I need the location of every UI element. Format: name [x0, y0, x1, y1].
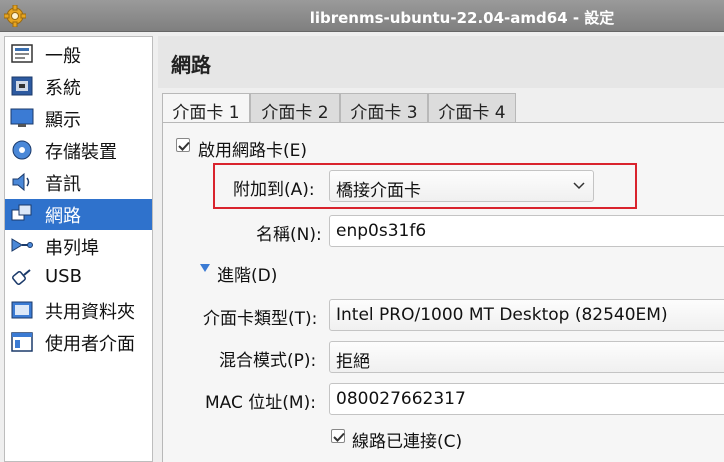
tab-adapter-4[interactable]: 介面卡 4 — [428, 93, 516, 123]
sidebar-item-storage[interactable]: 存儲裝置 — [5, 135, 152, 166]
network-icon — [11, 204, 32, 221]
usb-icon — [12, 269, 31, 285]
triangle-down-icon[interactable] — [200, 264, 210, 272]
name-combobox[interactable]: enp0s31f6 — [329, 215, 724, 247]
sidebar-item-network[interactable]: 網路 — [5, 199, 152, 230]
sidebar-item-label: 顯示 — [45, 110, 81, 131]
mac-address-value: 080027662317 — [336, 389, 466, 409]
sidebar-item-audio[interactable]: 音訊 — [5, 167, 152, 198]
enable-adapter-checkbox[interactable] — [176, 138, 190, 152]
adapter-type-value: Intel PRO/1000 MT Desktop (82540EM) — [336, 305, 668, 325]
settings-sidebar: 一般 系統 顯示 存儲裝置 音訊 網路 串列埠 USB 共用資料夾 使用者介面 — [4, 36, 153, 462]
user-interface-icon — [11, 332, 33, 352]
promiscuous-mode-combobox[interactable]: 拒絕 — [329, 341, 724, 373]
page-title: 網路 — [171, 53, 211, 77]
shared-folder-icon — [11, 301, 33, 319]
system-icon — [11, 76, 33, 96]
cable-connected-checkbox[interactable] — [331, 429, 345, 443]
adapter-panel: 啟用網路卡(E) 附加到(A): 橋接介面卡 名稱(N): enp0s31f6 … — [162, 122, 724, 462]
sidebar-item-label: 音訊 — [45, 174, 81, 195]
sidebar-item-label: 一般 — [45, 46, 81, 67]
sidebar-item-display[interactable]: 顯示 — [5, 103, 152, 134]
sidebar-item-label: 共用資料夾 — [45, 302, 135, 323]
sidebar-item-system[interactable]: 系統 — [5, 71, 152, 102]
serial-port-icon — [11, 238, 33, 252]
sidebar-item-label: 存儲裝置 — [45, 142, 117, 163]
name-value: enp0s31f6 — [336, 221, 427, 241]
sidebar-item-shared-folders[interactable]: 共用資料夾 — [5, 295, 152, 326]
mac-address-input[interactable]: 080027662317 — [329, 383, 724, 415]
tab-adapter-1[interactable]: 介面卡 1 — [162, 93, 250, 124]
tab-adapter-2[interactable]: 介面卡 2 — [250, 93, 340, 123]
sidebar-item-label: 網路 — [45, 206, 81, 227]
enable-adapter-label[interactable]: 啟用網路卡(E) — [198, 136, 307, 161]
window-title: librenms-ubuntu-22.04-amd64 - 設定 — [309, 9, 615, 27]
adapter-type-combobox[interactable]: Intel PRO/1000 MT Desktop (82540EM) — [329, 299, 724, 331]
sidebar-item-label: 使用者介面 — [45, 334, 135, 355]
checkmark-icon — [178, 141, 190, 151]
sidebar-item-label: USB — [45, 266, 82, 287]
storage-icon — [12, 140, 32, 160]
promiscuous-mode-label: 混合模式(P): — [219, 351, 317, 371]
sidebar-item-user-interface[interactable]: 使用者介面 — [5, 327, 152, 358]
attached-to-value: 橋接介面卡 — [336, 181, 421, 201]
checkmark-icon — [333, 432, 345, 442]
sidebar-item-usb[interactable]: USB — [5, 263, 152, 294]
settings-main: 網路 介面卡 1 介面卡 2 介面卡 3 介面卡 4 啟用網路卡(E) 附加到(… — [158, 36, 724, 462]
general-icon — [11, 44, 33, 63]
sidebar-item-label: 串列埠 — [45, 238, 99, 259]
sidebar-item-label: 系統 — [45, 78, 81, 99]
display-icon — [10, 108, 34, 127]
sidebar-item-serial-port[interactable]: 串列埠 — [5, 231, 152, 262]
advanced-toggle[interactable]: 進階(D) — [217, 261, 277, 286]
cable-connected-label[interactable]: 線路已連接(C) — [352, 427, 462, 452]
promiscuous-mode-value: 拒絕 — [336, 352, 370, 372]
name-label: 名稱(N): — [256, 225, 322, 245]
tab-adapter-3[interactable]: 介面卡 3 — [340, 93, 428, 123]
page-header: 網路 — [158, 36, 724, 88]
attached-to-combobox[interactable]: 橋接介面卡 — [329, 170, 594, 202]
chevron-down-icon — [573, 182, 585, 190]
mac-address-label: MAC 位址(M): — [205, 393, 316, 413]
adapter-type-label: 介面卡類型(T): — [203, 309, 318, 329]
attached-to-label: 附加到(A): — [233, 180, 315, 200]
sidebar-item-general[interactable]: 一般 — [5, 39, 152, 70]
window-titlebar: librenms-ubuntu-22.04-amd64 - 設定 — [0, 0, 724, 32]
audio-icon — [12, 172, 30, 192]
